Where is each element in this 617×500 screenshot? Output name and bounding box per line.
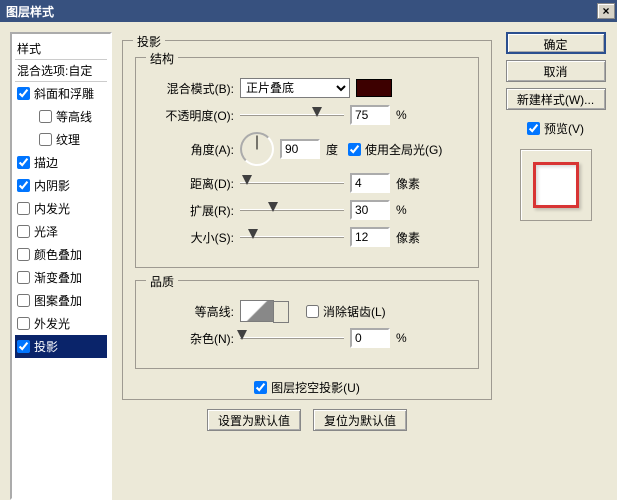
- angle-label: 角度(A):: [154, 141, 234, 158]
- sidebar-item-label: 光泽: [34, 223, 58, 240]
- angle-input[interactable]: [280, 139, 320, 159]
- preview-swatch: [533, 162, 579, 208]
- size-unit: 像素: [396, 229, 420, 246]
- sidebar-item-3[interactable]: 描边: [15, 151, 107, 174]
- quality-group: 品质 等高线: 消除锯齿(L) 杂色(N): %: [135, 280, 479, 369]
- blend-mode-label: 混合模式(B):: [154, 80, 234, 97]
- sidebar-item-check-7[interactable]: [17, 248, 30, 261]
- spread-label: 扩展(R):: [154, 202, 234, 219]
- sidebar-item-label: 外发光: [34, 315, 70, 332]
- spread-slider[interactable]: [240, 203, 344, 217]
- sidebar-item-9[interactable]: 图案叠加: [15, 289, 107, 312]
- contour-picker[interactable]: [240, 300, 274, 322]
- sidebar-item-label: 内发光: [34, 200, 70, 217]
- new-style-button[interactable]: 新建样式(W)...: [506, 88, 606, 110]
- antialias-checkbox[interactable]: 消除锯齿(L): [306, 303, 386, 320]
- knockout-checkbox[interactable]: 图层挖空投影(U): [254, 379, 360, 396]
- cancel-button[interactable]: 取消: [506, 60, 606, 82]
- sidebar-item-check-1[interactable]: [39, 110, 52, 123]
- sidebar-item-check-6[interactable]: [17, 225, 30, 238]
- distance-slider[interactable]: [240, 176, 344, 190]
- sidebar-item-10[interactable]: 外发光: [15, 312, 107, 335]
- sidebar-item-7[interactable]: 颜色叠加: [15, 243, 107, 266]
- sidebar-item-2[interactable]: 纹理: [15, 128, 107, 151]
- sidebar-item-8[interactable]: 渐变叠加: [15, 266, 107, 289]
- structure-label: 结构: [146, 50, 178, 67]
- sidebar-item-5[interactable]: 内发光: [15, 197, 107, 220]
- opacity-input[interactable]: [350, 105, 390, 125]
- global-light-checkbox[interactable]: 使用全局光(G): [348, 141, 442, 158]
- blend-options-header[interactable]: 混合选项:自定: [15, 59, 107, 82]
- opacity-unit: %: [396, 108, 407, 122]
- sidebar-item-label: 纹理: [56, 131, 80, 148]
- ok-button[interactable]: 确定: [506, 32, 606, 54]
- sidebar-item-1[interactable]: 等高线: [15, 105, 107, 128]
- sidebar-header: 样式: [15, 38, 107, 59]
- distance-unit: 像素: [396, 175, 420, 192]
- contour-label: 等高线:: [154, 303, 234, 320]
- distance-label: 距离(D):: [154, 175, 234, 192]
- preview-box: [520, 149, 592, 221]
- size-input[interactable]: [350, 227, 390, 247]
- sidebar-item-label: 颜色叠加: [34, 246, 82, 263]
- sidebar-item-check-0[interactable]: [17, 87, 30, 100]
- sidebar-item-6[interactable]: 光泽: [15, 220, 107, 243]
- sidebar-item-check-5[interactable]: [17, 202, 30, 215]
- sidebar-item-label: 描边: [34, 154, 58, 171]
- preview-checkbox[interactable]: 预览(V): [527, 120, 584, 137]
- sidebar-item-check-11[interactable]: [17, 340, 30, 353]
- noise-input[interactable]: [350, 328, 390, 348]
- size-slider[interactable]: [240, 230, 344, 244]
- distance-input[interactable]: [350, 173, 390, 193]
- spread-unit: %: [396, 203, 407, 217]
- sidebar-item-label: 图案叠加: [34, 292, 82, 309]
- sidebar-item-check-4[interactable]: [17, 179, 30, 192]
- sidebar-item-label: 投影: [34, 338, 58, 355]
- sidebar-item-label: 斜面和浮雕: [34, 85, 94, 102]
- panel-title: 投影: [133, 33, 165, 50]
- sidebar-item-0[interactable]: 斜面和浮雕: [15, 82, 107, 105]
- sidebar-item-check-8[interactable]: [17, 271, 30, 284]
- sidebar-item-4[interactable]: 内阴影: [15, 174, 107, 197]
- window-title: 图层样式: [6, 3, 54, 20]
- sidebar-item-check-9[interactable]: [17, 294, 30, 307]
- sidebar-item-label: 等高线: [56, 108, 92, 125]
- noise-label: 杂色(N):: [154, 330, 234, 347]
- angle-dial[interactable]: [240, 132, 274, 166]
- opacity-slider[interactable]: [240, 108, 344, 122]
- shadow-color-swatch[interactable]: [356, 79, 392, 97]
- set-default-button[interactable]: 设置为默认值: [207, 409, 301, 431]
- title-bar: 图层样式 ×: [0, 0, 617, 22]
- sidebar-item-check-10[interactable]: [17, 317, 30, 330]
- close-button[interactable]: ×: [597, 3, 615, 19]
- noise-unit: %: [396, 331, 407, 345]
- sidebar-item-11[interactable]: 投影: [15, 335, 107, 358]
- angle-unit: 度: [326, 141, 338, 158]
- sidebar-item-check-3[interactable]: [17, 156, 30, 169]
- spread-input[interactable]: [350, 200, 390, 220]
- sidebar-item-label: 渐变叠加: [34, 269, 82, 286]
- sidebar-item-label: 内阴影: [34, 177, 70, 194]
- sidebar-item-check-2[interactable]: [39, 133, 52, 146]
- noise-slider[interactable]: [240, 331, 344, 345]
- blend-mode-select[interactable]: 正片叠底: [240, 78, 350, 98]
- quality-label: 品质: [146, 273, 178, 290]
- size-label: 大小(S):: [154, 229, 234, 246]
- projection-panel: 投影 结构 混合模式(B): 正片叠底 不透明度(O): % 角度(A):: [122, 40, 492, 400]
- structure-group: 结构 混合模式(B): 正片叠底 不透明度(O): % 角度(A): 度: [135, 57, 479, 268]
- opacity-label: 不透明度(O):: [154, 107, 234, 124]
- styles-sidebar: 样式 混合选项:自定 斜面和浮雕等高线纹理描边内阴影内发光光泽颜色叠加渐变叠加图…: [10, 32, 112, 500]
- reset-default-button[interactable]: 复位为默认值: [313, 409, 407, 431]
